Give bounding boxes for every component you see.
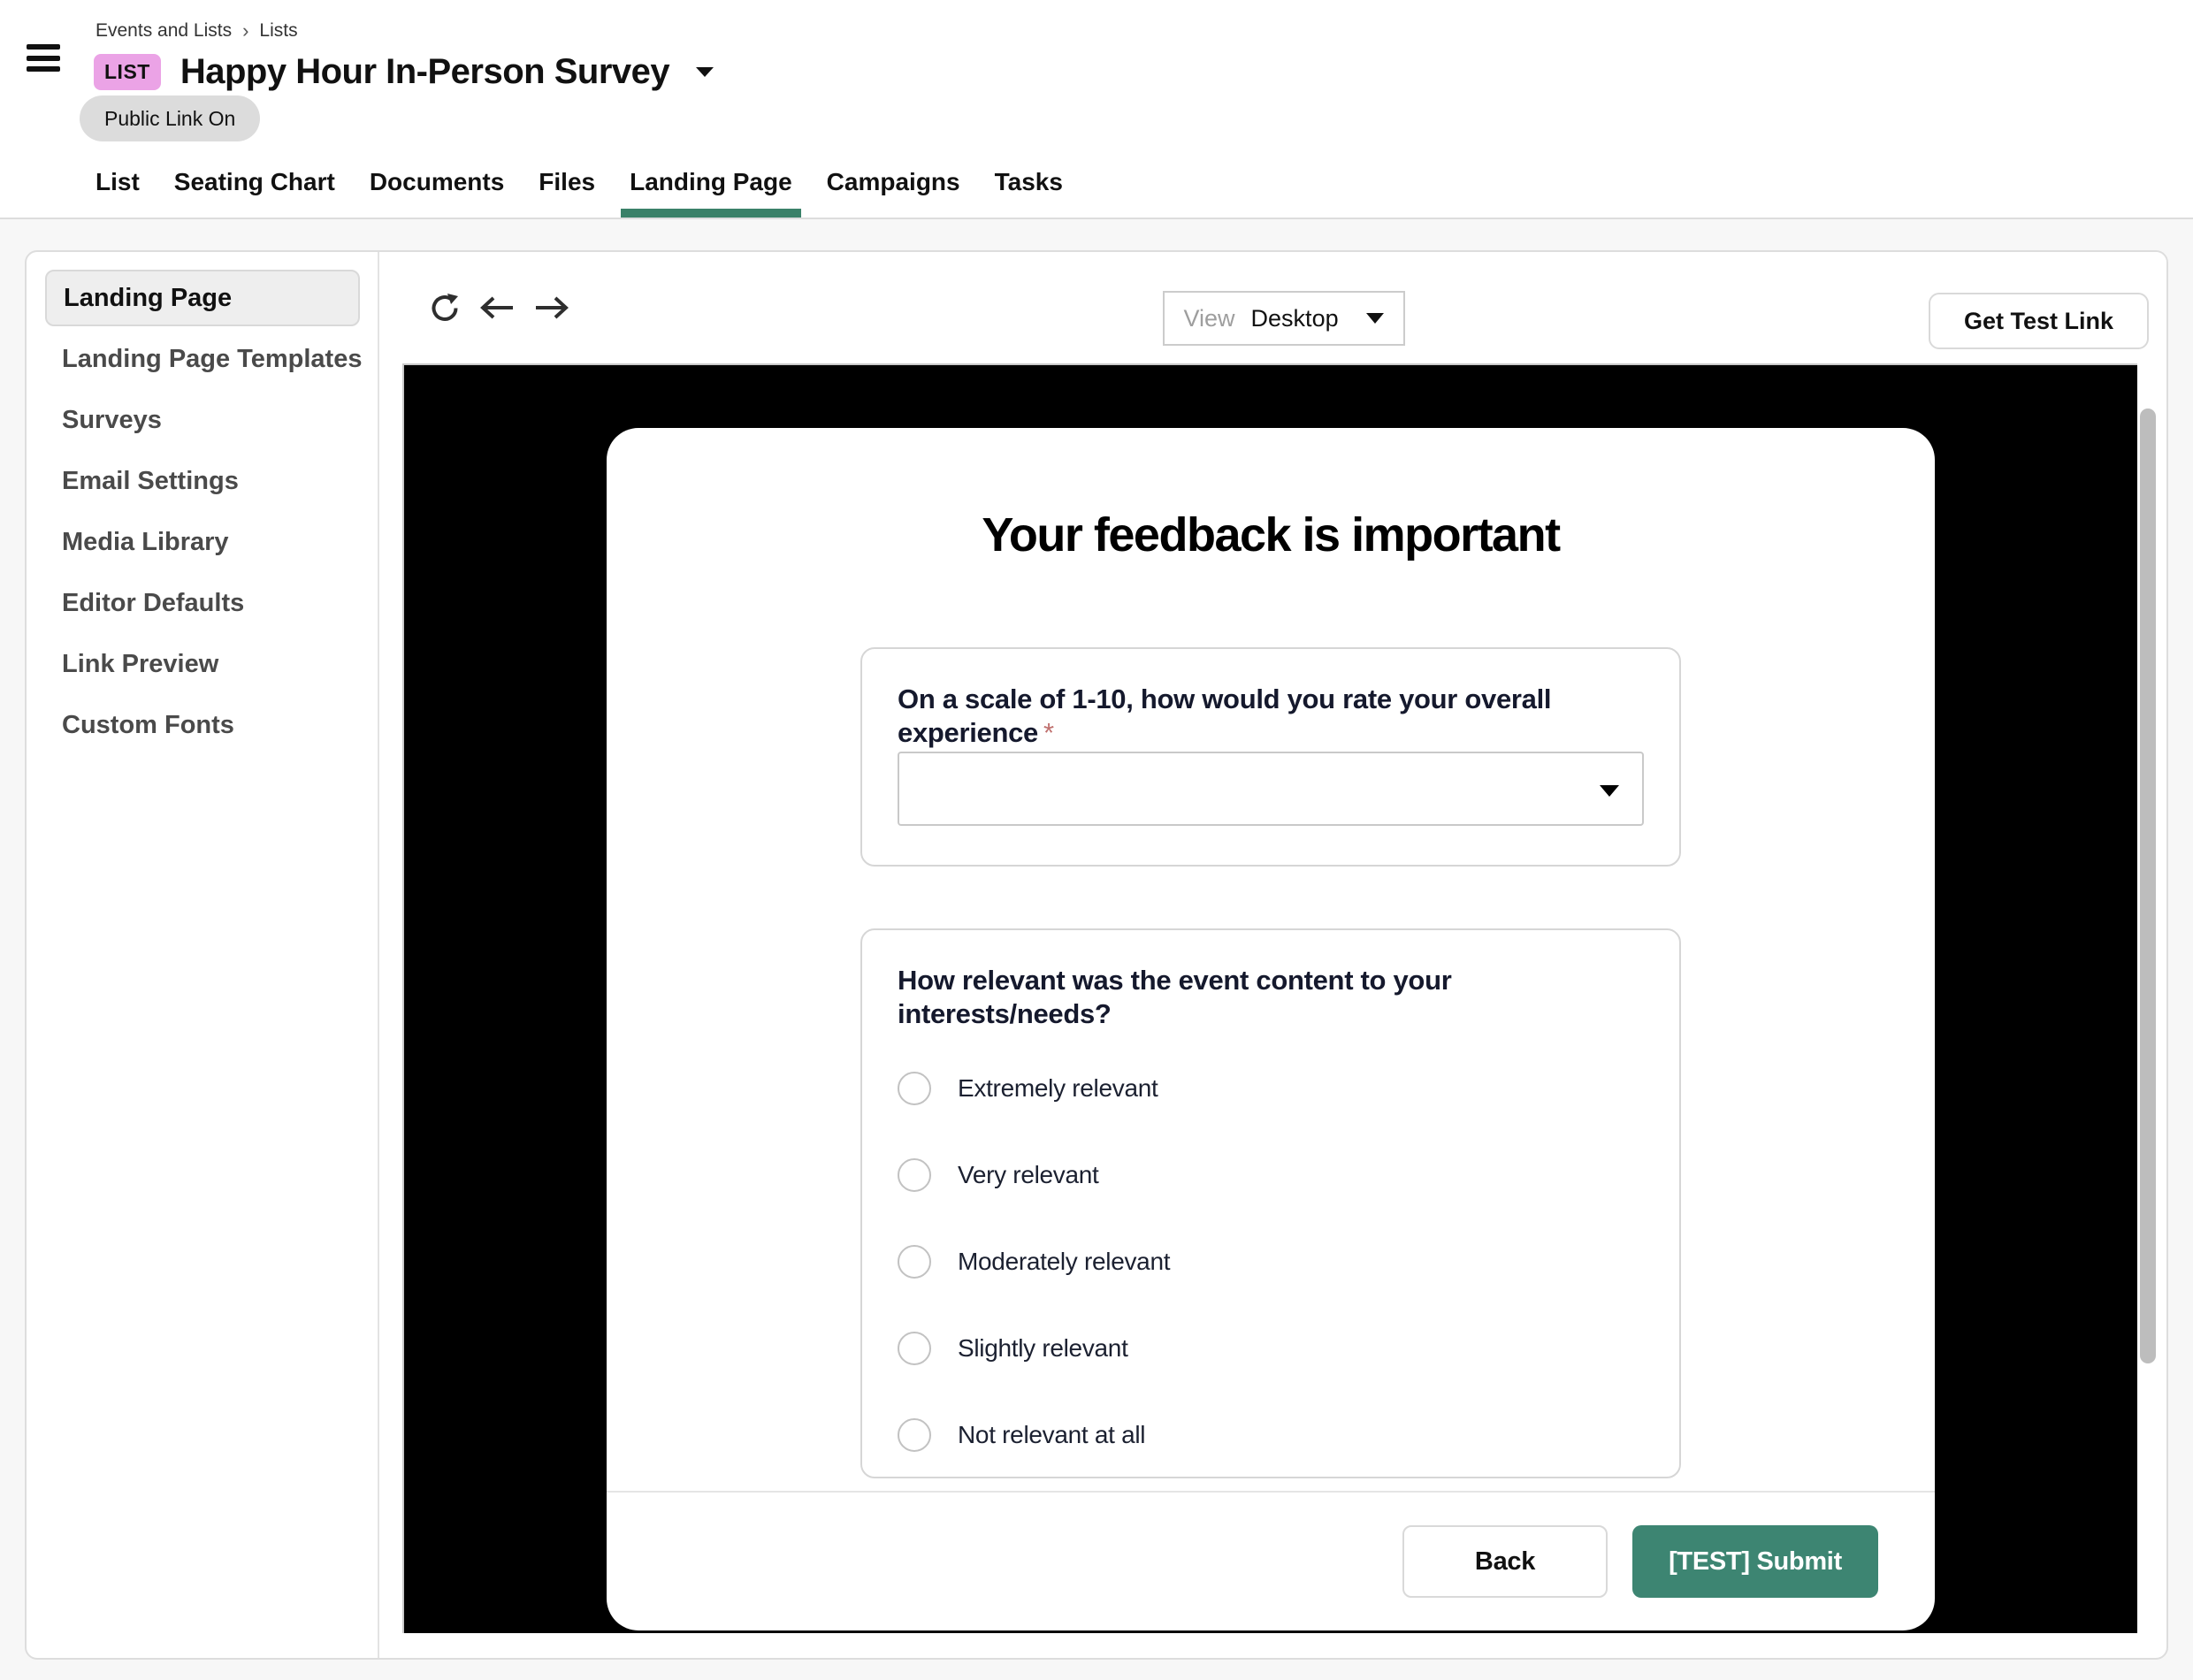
rating-select[interactable]: [898, 752, 1644, 826]
tab-list[interactable]: List: [94, 147, 141, 218]
sidebar-item-landing-page[interactable]: Landing Page: [45, 270, 360, 326]
hamburger-menu-icon[interactable]: [27, 44, 60, 72]
back-arrow-icon[interactable]: [478, 291, 516, 325]
preview-scrollbar-thumb[interactable]: [2140, 409, 2156, 1363]
select-caret-icon: [1600, 785, 1619, 797]
settings-sidebar: Landing Page Landing Page Templates Surv…: [27, 252, 378, 1658]
radio-circle-icon[interactable]: [898, 1245, 931, 1279]
tab-tasks[interactable]: Tasks: [993, 147, 1065, 218]
radio-circle-icon[interactable]: [898, 1072, 931, 1105]
main-panel: Landing Page Landing Page Templates Surv…: [25, 250, 2168, 1660]
breadcrumb-events-and-lists[interactable]: Events and Lists: [96, 20, 232, 42]
breadcrumb: Events and Lists › Lists: [96, 19, 298, 42]
title-dropdown-caret-icon[interactable]: [696, 67, 714, 77]
list-type-badge: LIST: [94, 54, 161, 90]
landing-page-preview: Your feedback is important On a scale of…: [402, 363, 2137, 1633]
sidebar-item-custom-fonts[interactable]: Custom Fonts: [27, 697, 378, 753]
radio-option-slightly-relevant[interactable]: Slightly relevant: [898, 1332, 1644, 1365]
tab-bar: List Seating Chart Documents Files Landi…: [94, 147, 1065, 218]
tab-files[interactable]: Files: [537, 147, 597, 218]
public-link-status-badge: Public Link On: [80, 95, 260, 141]
radio-circle-icon[interactable]: [898, 1158, 931, 1192]
radio-circle-icon[interactable]: [898, 1418, 931, 1452]
chevron-down-icon: [1366, 313, 1384, 324]
sidebar-item-link-preview[interactable]: Link Preview: [27, 636, 378, 692]
sidebar-item-landing-page-templates[interactable]: Landing Page Templates: [27, 331, 378, 387]
tab-campaigns[interactable]: Campaigns: [825, 147, 962, 218]
preview-pane: View Desktop Get Test Link Your feedback…: [379, 252, 2166, 1658]
radio-option-not-relevant[interactable]: Not relevant at all: [898, 1418, 1644, 1452]
view-selected-value: Desktop: [1251, 305, 1339, 332]
relevance-options: Extremely relevant Very relevant Moderat…: [898, 1072, 1644, 1452]
forward-arrow-icon[interactable]: [532, 291, 571, 325]
back-button[interactable]: Back: [1402, 1525, 1608, 1598]
refresh-icon[interactable]: [428, 291, 462, 325]
sidebar-item-surveys[interactable]: Surveys: [27, 392, 378, 448]
question-relevance: How relevant was the event content to yo…: [860, 928, 1681, 1478]
tab-landing-page[interactable]: Landing Page: [628, 147, 794, 218]
page-title: Happy Hour In-Person Survey: [180, 52, 669, 92]
test-submit-button[interactable]: [TEST] Submit: [1632, 1525, 1878, 1598]
breadcrumb-lists[interactable]: Lists: [259, 20, 297, 42]
sidebar-item-email-settings[interactable]: Email Settings: [27, 453, 378, 509]
get-test-link-button[interactable]: Get Test Link: [1929, 293, 2149, 349]
breadcrumb-separator-icon: ›: [242, 19, 248, 42]
tab-documents[interactable]: Documents: [368, 147, 506, 218]
preview-toolbar: View Desktop Get Test Link: [379, 252, 2166, 363]
sidebar-item-media-library[interactable]: Media Library: [27, 514, 378, 570]
required-asterisk: *: [1043, 717, 1054, 748]
radio-option-very-relevant[interactable]: Very relevant: [898, 1158, 1644, 1192]
question-relevance-title: How relevant was the event content to yo…: [898, 964, 1644, 1031]
view-mode-select[interactable]: View Desktop: [1163, 291, 1405, 346]
question-rating-title: On a scale of 1-10, how would you rate y…: [898, 683, 1644, 750]
app-header: Events and Lists › Lists LIST Happy Hour…: [0, 0, 2193, 219]
view-label: View: [1184, 305, 1235, 332]
sidebar-item-editor-defaults[interactable]: Editor Defaults: [27, 575, 378, 631]
radio-option-extremely-relevant[interactable]: Extremely relevant: [898, 1072, 1644, 1105]
radio-circle-icon[interactable]: [898, 1332, 931, 1365]
tab-seating-chart[interactable]: Seating Chart: [172, 147, 337, 218]
survey-heading: Your feedback is important: [607, 508, 1935, 562]
survey-footer: Back [TEST] Submit: [607, 1491, 1935, 1630]
question-rating: On a scale of 1-10, how would you rate y…: [860, 647, 1681, 867]
survey-card: Your feedback is important On a scale of…: [607, 428, 1935, 1630]
title-row: LIST Happy Hour In-Person Survey: [94, 53, 714, 90]
radio-option-moderately-relevant[interactable]: Moderately relevant: [898, 1245, 1644, 1279]
